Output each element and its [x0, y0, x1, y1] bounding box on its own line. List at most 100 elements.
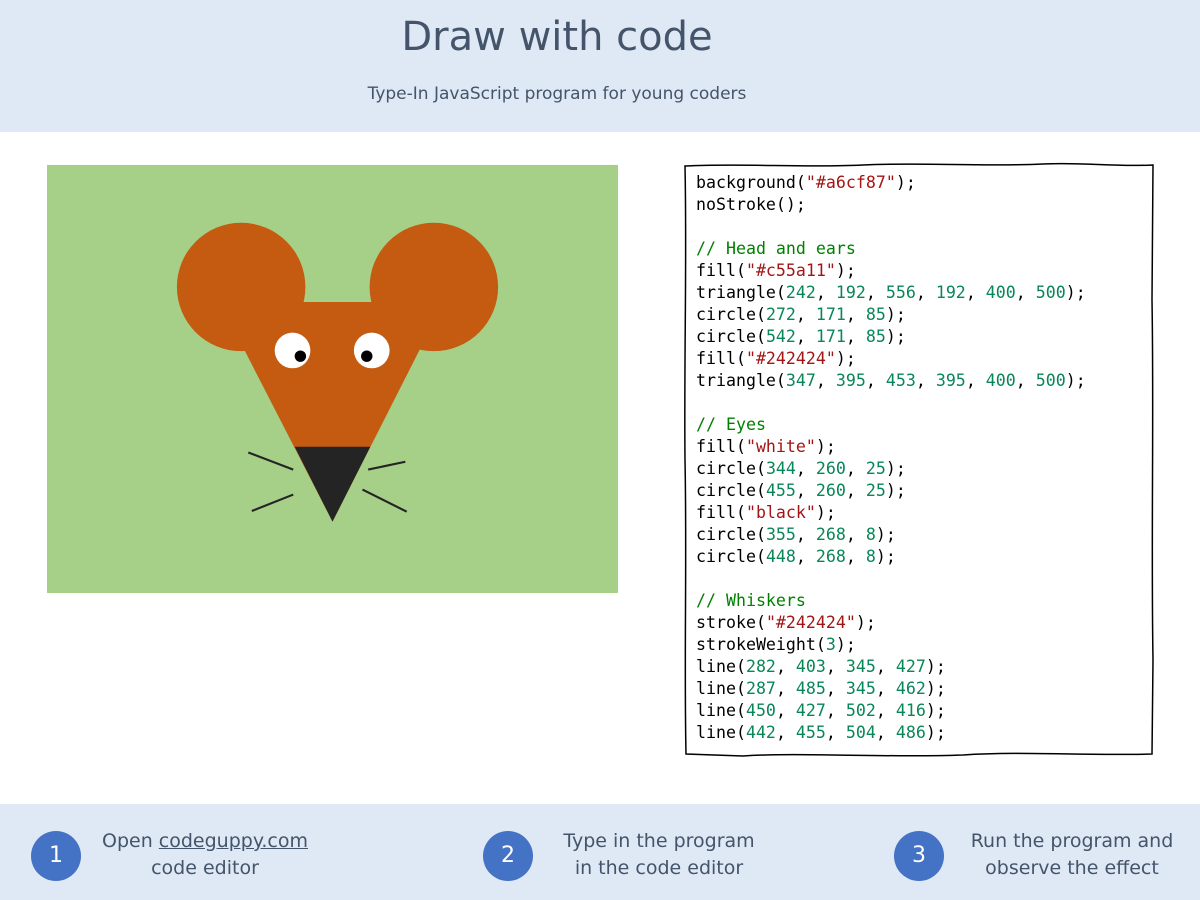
code-block: background("#a6cf87"); noStroke();// Head…	[696, 172, 1086, 744]
step-3-text: Run the program and observe the effect	[958, 828, 1186, 882]
left-pupil	[294, 350, 307, 362]
code-token: 85	[865, 327, 886, 346]
code-token: fill(	[696, 349, 746, 368]
code-token: 416	[895, 701, 926, 720]
code-line: circle(455, 260, 25);	[696, 480, 1086, 502]
page-title: Draw with code	[401, 14, 713, 60]
code-token: 403	[795, 657, 826, 676]
code-line: fill("#242424");	[696, 348, 1086, 370]
code-token: 486	[895, 723, 926, 742]
code-line: circle(542, 171, 85);	[696, 326, 1086, 348]
code-token: );	[1065, 371, 1086, 390]
code-token: 500	[1035, 283, 1066, 302]
code-token: 395	[835, 371, 866, 390]
code-token: 448	[765, 547, 796, 566]
codeguppy-link[interactable]: codeguppy.com	[159, 830, 308, 852]
code-token: ,	[795, 547, 816, 566]
code-token: "#242424"	[745, 349, 836, 368]
code-token: );	[815, 503, 836, 522]
code-line: // Head and ears	[696, 238, 1086, 260]
code-token: stroke(	[696, 613, 766, 632]
code-token: // Whiskers	[696, 591, 806, 610]
left-eye	[274, 332, 311, 369]
code-token: );	[885, 327, 906, 346]
code-token: );	[925, 701, 946, 720]
code-token: 442	[745, 723, 776, 742]
code-token: 347	[785, 371, 816, 390]
code-token: 450	[745, 701, 776, 720]
code-line: circle(344, 260, 25);	[696, 458, 1086, 480]
code-line: line(450, 427, 502, 416);	[696, 700, 1086, 722]
step-3-line1: Run the program and	[970, 830, 1174, 852]
code-token: 287	[745, 679, 776, 698]
code-token: ,	[815, 371, 836, 390]
code-token: 400	[985, 371, 1016, 390]
code-token: circle(	[696, 327, 766, 346]
code-token: ,	[845, 481, 866, 500]
code-line: line(282, 403, 345, 427);	[696, 656, 1086, 678]
page-subtitle: Type-In JavaScript program for young cod…	[367, 84, 747, 104]
code-token: 282	[745, 657, 776, 676]
code-token: 542	[765, 327, 796, 346]
code-token: ,	[875, 701, 896, 720]
step-2-text: Type in the program in the code editor	[546, 828, 772, 882]
code-token: "white"	[745, 437, 816, 456]
code-token: ,	[845, 305, 866, 324]
code-token: ,	[865, 371, 886, 390]
code-token: 355	[765, 525, 796, 544]
code-token: );	[895, 173, 916, 192]
code-line: stroke("#242424");	[696, 612, 1086, 634]
code-token: ,	[875, 657, 896, 676]
step-2-line2: in the code editor	[574, 857, 744, 879]
code-token: background(	[696, 173, 806, 192]
code-token: triangle(	[696, 283, 786, 302]
code-token: );	[885, 305, 906, 324]
code-token: ,	[825, 701, 846, 720]
step-1-line2: code editor	[151, 857, 259, 879]
code-token: 345	[845, 657, 876, 676]
code-token: );	[885, 481, 906, 500]
code-token: strokeWeight(	[696, 635, 826, 654]
code-line: // Whiskers	[696, 590, 1086, 612]
code-token: 462	[895, 679, 926, 698]
code-line: // Eyes	[696, 414, 1086, 436]
code-token: fill(	[696, 503, 746, 522]
code-token: 192	[835, 283, 866, 302]
code-token: 25	[865, 459, 886, 478]
code-line: noStroke();	[696, 194, 1086, 216]
code-token: 272	[765, 305, 796, 324]
code-token: 556	[885, 283, 916, 302]
code-token: circle(	[696, 525, 766, 544]
code-token: ,	[815, 283, 836, 302]
code-token: 260	[815, 481, 846, 500]
code-token: );	[835, 261, 856, 280]
code-token: ,	[845, 327, 866, 346]
code-line: fill("#c55a11");	[696, 260, 1086, 282]
step-2-badge: 2	[483, 831, 533, 881]
code-token: );	[815, 437, 836, 456]
code-token: 260	[815, 459, 846, 478]
code-token: circle(	[696, 459, 766, 478]
code-token: circle(	[696, 481, 766, 500]
code-token: ,	[875, 679, 896, 698]
code-token: // Eyes	[696, 415, 766, 434]
code-token: line(	[696, 701, 746, 720]
code-token: );	[835, 635, 856, 654]
code-token: "black"	[745, 503, 816, 522]
code-line: circle(355, 268, 8);	[696, 524, 1086, 546]
code-token: ,	[1015, 283, 1036, 302]
code-line: fill("black");	[696, 502, 1086, 524]
code-token: fill(	[696, 437, 746, 456]
code-token: ,	[1015, 371, 1036, 390]
code-token: "#242424"	[765, 613, 856, 632]
code-token: ,	[865, 283, 886, 302]
code-token: fill(	[696, 261, 746, 280]
code-listing-card: background("#a6cf87"); noStroke();// Head…	[683, 160, 1155, 758]
code-token: ,	[775, 723, 796, 742]
code-token: ,	[795, 459, 816, 478]
code-token: );	[835, 349, 856, 368]
mouse-right-ear	[369, 222, 499, 352]
